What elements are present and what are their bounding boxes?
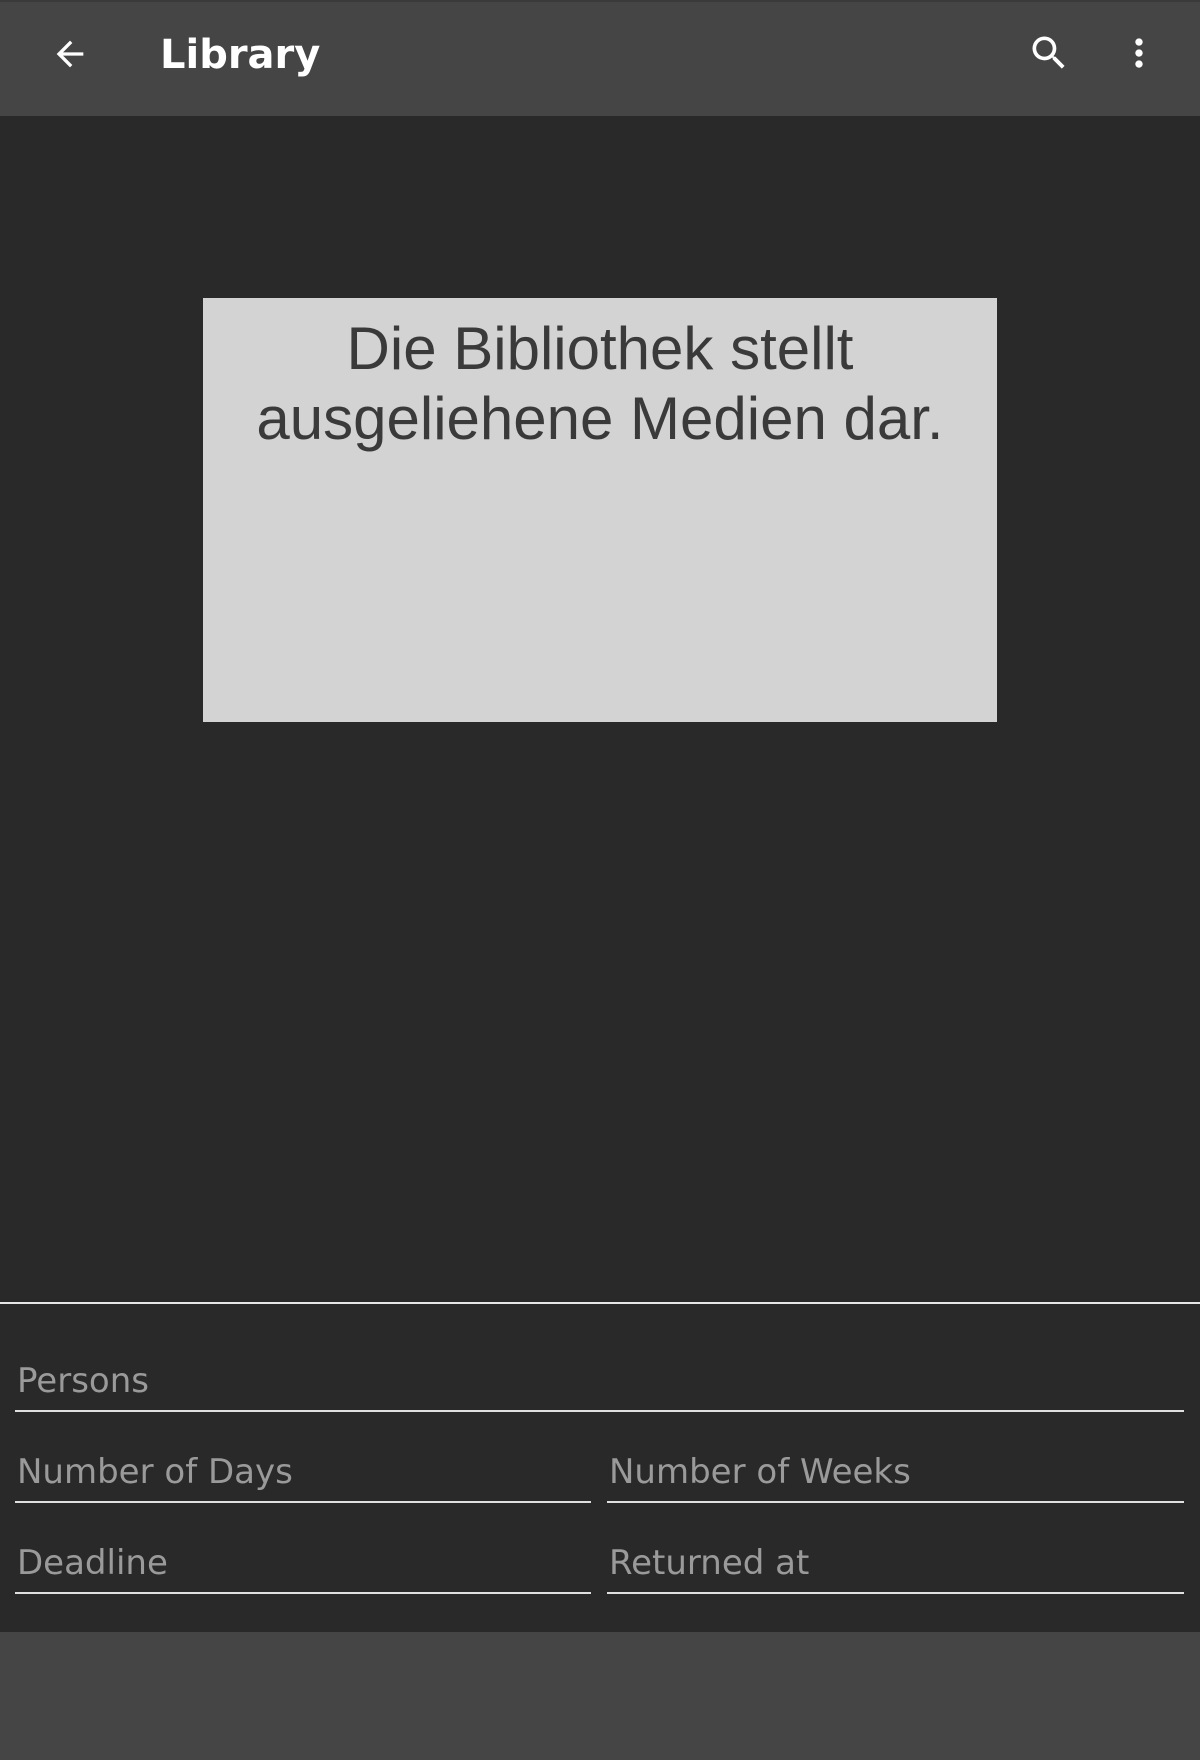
main-content: Die Bibliothek stellt ausgeliehene Medie…: [0, 116, 1200, 1302]
persons-field[interactable]: [15, 1352, 1184, 1410]
returned-at-field[interactable]: [607, 1534, 1184, 1592]
number-of-weeks-field[interactable]: [607, 1443, 1184, 1501]
deadline-field-wrap: [15, 1534, 591, 1594]
loan-form: [0, 1302, 1200, 1632]
bottom-bar: [0, 1632, 1200, 1760]
page-title: Library: [160, 32, 321, 78]
image-caption: Die Bibliothek stellt ausgeliehene Medie…: [256, 315, 944, 452]
media-image: Die Bibliothek stellt ausgeliehene Medie…: [203, 298, 997, 722]
number-of-days-field[interactable]: [15, 1443, 591, 1501]
more-vert-icon: [1135, 38, 1143, 68]
back-button[interactable]: [46, 30, 94, 78]
weeks-field-wrap: [607, 1443, 1184, 1503]
app-bar: Library: [0, 0, 1200, 116]
returned-field-wrap: [607, 1534, 1184, 1594]
arrow-back-icon: [56, 40, 84, 68]
days-field-wrap: [15, 1443, 591, 1503]
search-button[interactable]: [1024, 28, 1074, 78]
persons-field-wrap: [15, 1352, 1184, 1412]
overflow-menu-button[interactable]: [1114, 28, 1164, 78]
deadline-field[interactable]: [15, 1534, 591, 1592]
search-icon: [1032, 36, 1065, 69]
